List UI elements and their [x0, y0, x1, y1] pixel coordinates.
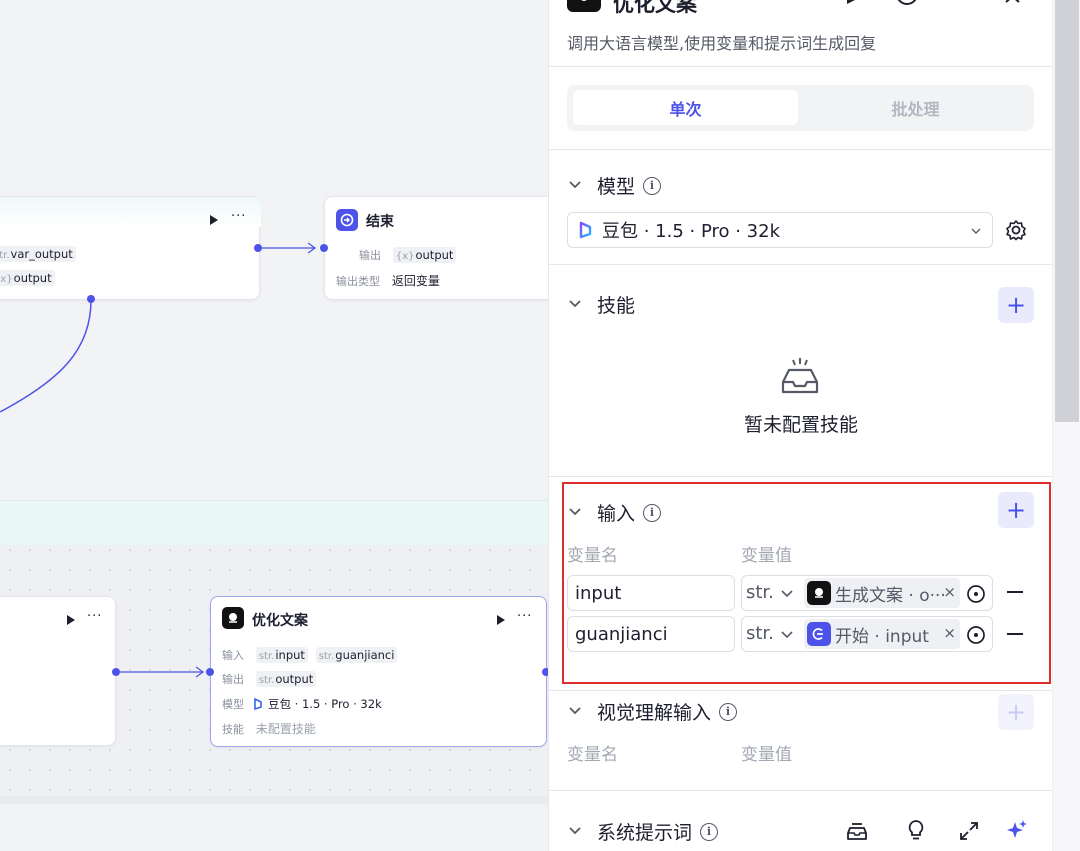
add-vision-input-button[interactable]: +	[998, 694, 1034, 730]
node-header-bg	[0, 197, 261, 227]
model-section-title: 模型 i	[597, 172, 662, 199]
end-node[interactable]: 结束 输出 {x}output 输出类型 返回变量	[324, 196, 548, 300]
skills-empty-text: 暂未配置技能	[743, 414, 858, 436]
chevron-down-icon[interactable]	[568, 178, 582, 192]
prompt-library-icon[interactable]	[846, 820, 868, 842]
vision-col-name: 变量名	[567, 745, 618, 765]
divider	[549, 790, 1053, 791]
divider	[549, 66, 1053, 67]
info-icon[interactable]	[895, 0, 919, 8]
panel-description: 调用大语言模型,使用变量和提示词生成回复	[567, 34, 877, 53]
optimize-output-row: 输出 str.output	[222, 671, 317, 687]
end-input-port[interactable]	[320, 244, 328, 252]
panel-title[interactable]: 优化文案	[613, 0, 697, 18]
info-icon[interactable]: i	[719, 702, 738, 721]
mode-tabs: 单次 批处理	[567, 85, 1034, 131]
system-prompt-section-title: 系统提示词 i	[597, 818, 719, 845]
run-icon[interactable]	[496, 614, 506, 626]
chevron-down-icon[interactable]	[568, 297, 582, 311]
panel-node-icon	[567, 0, 601, 12]
more-icon[interactable]: ···	[87, 609, 102, 624]
doubao-logo-icon	[254, 698, 262, 710]
vision-col-value: 变量值	[741, 745, 792, 765]
optimize-node-icon	[222, 607, 244, 629]
chevron-down-icon	[971, 228, 981, 234]
optimize-input-port[interactable]	[206, 668, 214, 676]
upper-bottom-port[interactable]	[87, 295, 95, 303]
vision-section-title: 视觉理解输入 i	[597, 698, 738, 725]
node-upper-partial[interactable]: ··· str.var_output {x}output	[0, 196, 261, 300]
tab-batch[interactable]: 批处理	[803, 90, 1028, 125]
panel-scrollbar[interactable]	[1052, 0, 1080, 851]
skills-section-title: 技能	[597, 295, 636, 317]
expand-icon[interactable]	[959, 821, 979, 841]
optimize-model-row: 模型 豆包 · 1.5 · Pro · 32k	[222, 697, 382, 711]
end-node-icon	[336, 209, 358, 231]
divider	[549, 149, 1053, 150]
end-node-output-row: 输出 {x}output	[359, 247, 457, 263]
close-icon[interactable]	[1005, 0, 1021, 6]
divider	[549, 690, 1053, 691]
more-icon[interactable]: ···	[231, 209, 246, 224]
more-icon[interactable]: ···	[517, 609, 532, 624]
divider	[549, 476, 1053, 477]
node-lower-partial[interactable]: ···	[0, 596, 116, 746]
tab-single[interactable]: 单次	[573, 90, 798, 125]
empty-tray-icon	[781, 358, 819, 394]
run-icon[interactable]	[66, 614, 76, 626]
run-icon[interactable]	[846, 0, 860, 4]
sparkle-icon[interactable]	[1006, 819, 1028, 841]
add-skill-button[interactable]: +	[998, 287, 1034, 323]
bulb-icon[interactable]	[906, 819, 926, 841]
chevron-down-icon[interactable]	[568, 824, 582, 838]
node-config-panel: 优化文案 调用大语言模型,使用变量和提示词生成回复 单次 批处理 模型 i 豆包…	[548, 0, 1080, 851]
upper-output-port[interactable]	[254, 244, 262, 252]
model-select[interactable]: 豆包 · 1.5 · Pro · 32k	[567, 212, 993, 248]
end-node-title: 结束	[366, 214, 394, 230]
info-icon[interactable]: i	[643, 176, 662, 195]
info-icon[interactable]: i	[700, 822, 719, 841]
divider	[549, 264, 1053, 265]
workflow-canvas[interactable]: ··· str.var_output {x}output 结束 输出 {x}ou…	[0, 0, 548, 851]
optimize-skill-row: 技能 未配置技能	[222, 722, 316, 736]
upper-output-tag-1: str.var_output	[0, 246, 76, 262]
run-icon[interactable]	[209, 214, 219, 226]
optimize-input-row: 输入 str.input str.guanjianci	[222, 647, 398, 663]
optimize-node[interactable]: 优化文案 ··· 输入 str.input str.guanjianci 输出 …	[210, 596, 547, 747]
end-node-type-row: 输出类型 返回变量	[336, 274, 440, 288]
lower-output-port[interactable]	[112, 668, 120, 676]
scrollbar-thumb[interactable]	[1055, 0, 1079, 422]
highlight-box	[562, 482, 1051, 684]
chevron-down-icon[interactable]	[568, 704, 582, 718]
upper-output-tag-2: {x}output	[0, 270, 55, 286]
edge-curve	[0, 299, 92, 413]
doubao-logo-icon	[579, 221, 592, 239]
optimize-node-title: 优化文案	[252, 613, 308, 629]
gear-icon[interactable]	[1005, 219, 1027, 241]
